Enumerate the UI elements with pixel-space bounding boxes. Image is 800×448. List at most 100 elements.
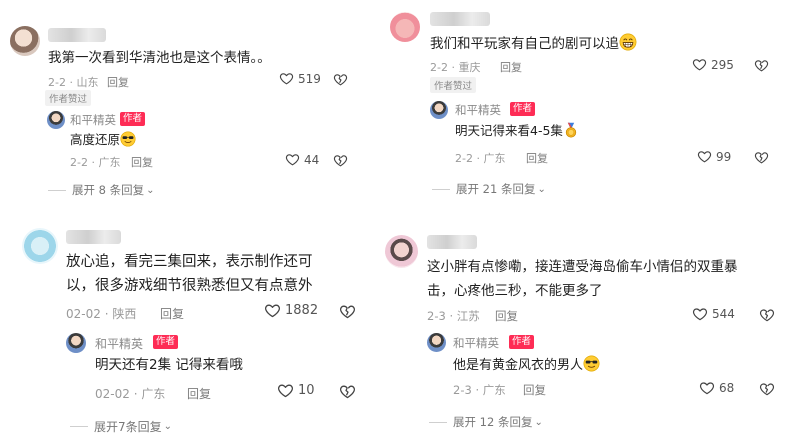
comment-location: 陕西: [112, 307, 137, 321]
reply-button[interactable]: 回复: [495, 308, 518, 324]
author-like-button[interactable]: 99: [697, 149, 731, 164]
heart-icon: [692, 306, 708, 322]
author-reply-date: 2-3: [453, 383, 472, 397]
dislike-icon[interactable]: [339, 303, 356, 320]
chevron-down-icon: ⌄: [146, 184, 155, 196]
author-avatar[interactable]: [47, 111, 65, 129]
author-name[interactable]: 和平精英: [453, 335, 499, 351]
author-reply-button[interactable]: 回复: [523, 382, 546, 398]
heart-icon: [264, 302, 281, 319]
author-reply-meta: 2-2 · 广东: [455, 152, 506, 165]
author-reply-date: 2-2: [455, 152, 473, 165]
author-like-button[interactable]: 10: [277, 382, 315, 399]
reply-button[interactable]: 回复: [500, 59, 522, 75]
comment-text-line-1: 放心追，看完三集回来，表示制作还可: [66, 254, 313, 270]
comment-meta: 02-02 · 陕西: [66, 307, 137, 321]
author-reply-text: 明天记得来看4-5集: [455, 121, 579, 140]
author-name[interactable]: 和平精英: [455, 102, 501, 118]
avatar-user[interactable]: [10, 26, 40, 56]
dislike-icon[interactable]: [339, 383, 356, 400]
expand-replies-label: 展开 21 条回复: [456, 182, 536, 196]
expand-replies-button[interactable]: 展开 8 条回复 ⌄: [48, 182, 155, 198]
author-reply-button[interactable]: 回复: [526, 150, 548, 166]
author-like-button[interactable]: 68: [699, 380, 734, 396]
comment-location: 重庆: [458, 61, 481, 74]
author-name[interactable]: 和平精英: [70, 112, 116, 128]
comment-text: 我们和平玩家有自己的剧可以追: [430, 33, 637, 55]
chevron-down-icon: ⌄: [163, 421, 173, 432]
comment-panel-3: 放心追，看完三集回来，表示制作还可 以，很多游戏细节很熟悉但又有点意外 02-0…: [0, 215, 385, 448]
author-avatar[interactable]: [66, 333, 86, 353]
author-reply-location: 广东: [141, 387, 166, 401]
like-button[interactable]: 295: [692, 57, 734, 72]
username-blurred[interactable]: [48, 28, 106, 42]
like-button[interactable]: 544: [692, 306, 735, 322]
comment-panel-1: 我第一次看到华清池也是这个表情。。 2-2 · 山东 回复 519 作者赞过 和…: [0, 0, 385, 215]
author-name[interactable]: 和平精英: [95, 335, 143, 352]
author-reply-text: 高度还原: [70, 130, 136, 149]
like-count: 519: [298, 71, 321, 86]
author-reply-button[interactable]: 回复: [187, 385, 211, 402]
author-reply-meta: 2-3 · 广东: [453, 383, 506, 397]
expand-replies-label: 展开7条回复: [94, 420, 162, 434]
dislike-icon[interactable]: [333, 72, 348, 87]
author-reply-content: 高度还原: [70, 132, 121, 147]
like-count: 1882: [285, 303, 319, 318]
chevron-down-icon: ⌄: [534, 416, 543, 428]
dislike-icon[interactable]: [759, 307, 775, 323]
medal-icon: [563, 122, 579, 138]
author-like-button[interactable]: 44: [285, 152, 319, 167]
author-reply-date: 2-2: [70, 156, 88, 169]
dislike-icon[interactable]: [333, 153, 348, 168]
like-count: 295: [711, 57, 734, 72]
author-like-count: 99: [716, 149, 732, 164]
author-reply-location: 广东: [483, 152, 506, 165]
comment-text-line-2: 击，心疼他三秒，不能更多了: [427, 283, 603, 299]
avatar-user[interactable]: [385, 235, 418, 268]
author-reply-text: 明天还有2集 记得来看哦: [95, 357, 243, 373]
comment-text-line-2: 以，很多游戏细节很熟悉但又有点意外: [66, 278, 313, 294]
like-button[interactable]: 519: [279, 71, 321, 86]
avatar-user[interactable]: [22, 228, 58, 264]
comment-date: 2-2: [430, 61, 448, 74]
author-avatar[interactable]: [427, 333, 446, 352]
expand-replies-label: 展开 8 条回复: [72, 183, 145, 197]
dislike-icon[interactable]: [754, 150, 769, 165]
username-blurred[interactable]: [430, 12, 490, 26]
dislike-icon[interactable]: [759, 381, 775, 397]
heart-icon: [692, 57, 707, 72]
reply-button[interactable]: 回复: [107, 74, 129, 90]
comment-location: 山东: [76, 76, 99, 89]
like-button[interactable]: 1882: [264, 302, 318, 319]
comment-meta: 2-2 · 重庆: [430, 61, 481, 74]
expand-replies-button[interactable]: 展开 21 条回复 ⌄: [432, 181, 546, 197]
heart-icon: [277, 382, 294, 399]
expand-replies-button[interactable]: 展开 12 条回复 ⌄: [429, 414, 543, 430]
author-avatar[interactable]: [430, 101, 448, 119]
avatar-user[interactable]: [390, 12, 420, 42]
heart-icon: [699, 380, 715, 396]
author-reply-location: 广东: [482, 383, 506, 397]
grin-icon: [619, 33, 637, 51]
comment-date: 02-02: [66, 307, 101, 321]
author-tag: 作者: [510, 102, 536, 116]
comment-panel-2: 我们和平玩家有自己的剧可以追 2-2 · 重庆 回复 295 作者赞过 和平精英…: [385, 0, 800, 215]
author-reply-location: 广东: [98, 156, 121, 169]
username-blurred[interactable]: [427, 235, 477, 249]
cool-sunglasses-icon: [120, 131, 136, 147]
reply-button[interactable]: 回复: [160, 305, 184, 322]
comment-text: 我第一次看到华清池也是这个表情。。: [48, 50, 271, 66]
heart-icon: [697, 149, 712, 164]
author-tag: 作者: [120, 112, 146, 126]
author-reply-button[interactable]: 回复: [131, 154, 153, 170]
like-count: 544: [712, 307, 735, 321]
author-reply-content: 他是有黄金风衣的男人: [453, 358, 584, 373]
comment-text-line-1: 这小胖有点惨嘞，接连遭受海岛偷车小情侣的双重暴: [427, 259, 738, 275]
cool-sunglasses-icon: [583, 355, 600, 372]
comment-date: 2-3: [427, 309, 446, 323]
dislike-icon[interactable]: [754, 58, 769, 73]
comment-content: 我们和平玩家有自己的剧可以追: [430, 36, 619, 52]
expand-replies-label: 展开 12 条回复: [453, 415, 533, 429]
username-blurred[interactable]: [66, 230, 121, 244]
expand-replies-button[interactable]: 展开7条回复 ⌄: [70, 418, 172, 435]
